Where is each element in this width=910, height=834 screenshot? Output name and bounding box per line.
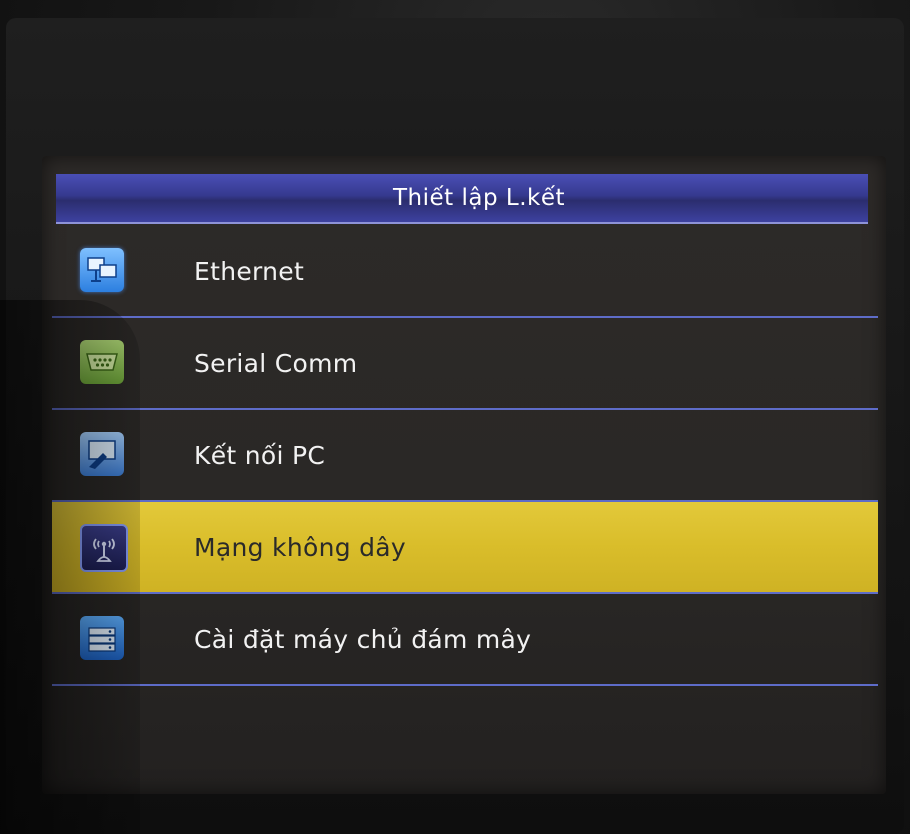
menu-item-ethernet[interactable]: Ethernet xyxy=(52,226,878,318)
menu-item-pc-connection[interactable]: Kết nối PC xyxy=(52,410,878,502)
ethernet-icon xyxy=(80,248,124,292)
menu-item-label: Mạng không dây xyxy=(194,532,407,562)
menu-item-wireless-network[interactable]: Mạng không dây xyxy=(52,502,878,594)
menu-item-label: Serial Comm xyxy=(194,348,358,378)
connection-settings-menu: Ethernet Serial Comm Kết nối PC Mạng khô… xyxy=(52,226,878,686)
menu-item-label: Cài đặt máy chủ đám mây xyxy=(194,624,532,654)
menu-item-cloud-server-settings[interactable]: Cài đặt máy chủ đám mây xyxy=(52,594,878,686)
cloud-server-icon xyxy=(80,616,124,660)
menu-item-label: Ethernet xyxy=(194,256,305,286)
title-bar: Thiết lập L.kết xyxy=(56,174,868,224)
menu-item-serial-comm[interactable]: Serial Comm xyxy=(52,318,878,410)
serial-port-icon xyxy=(80,340,124,384)
page-title: Thiết lập L.kết xyxy=(392,185,565,211)
photo-frame: Thiết lập L.kết Ethernet Serial Comm Kết… xyxy=(0,0,910,834)
pc-connection-icon xyxy=(80,432,124,476)
wifi-icon xyxy=(80,524,128,572)
menu-item-label: Kết nối PC xyxy=(194,440,326,470)
lcd-screen: Thiết lập L.kết Ethernet Serial Comm Kết… xyxy=(42,156,886,794)
